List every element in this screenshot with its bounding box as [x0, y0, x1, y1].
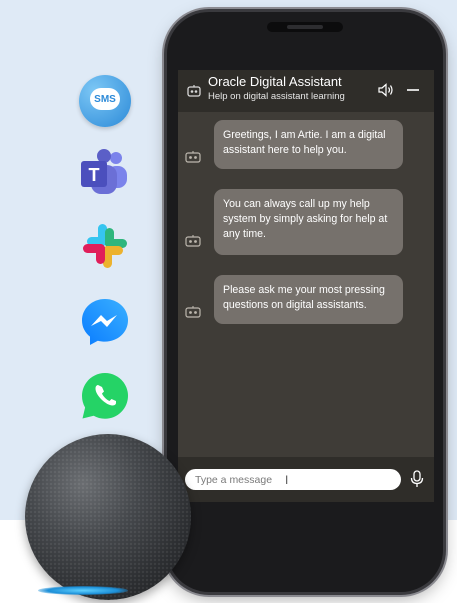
composer-bar: I	[178, 457, 434, 502]
message-bubble: Please ask me your most pressing questio…	[214, 275, 403, 324]
whatsapp-icon	[79, 370, 131, 422]
assistant-title: Oracle Digital Assistant	[208, 74, 342, 89]
assistant-subtitle: Help on digital assistant learning	[208, 91, 345, 102]
minimize-icon[interactable]	[406, 83, 420, 102]
bot-avatar-icon	[185, 234, 201, 252]
message-bubble: Greetings, I am Artie. I am a digital as…	[214, 120, 403, 169]
slack-icon	[79, 220, 131, 272]
message-input[interactable]	[185, 469, 401, 490]
bot-icon	[187, 84, 201, 102]
sms-icon: SMS	[79, 75, 131, 127]
smart-speaker-image	[25, 434, 191, 600]
phone-earpiece	[287, 25, 323, 29]
chat-screen: Oracle Digital Assistant Help on digital…	[178, 70, 434, 502]
microphone-icon[interactable]	[410, 470, 424, 493]
teams-icon: T	[79, 148, 131, 200]
speaker-light-ring	[38, 586, 128, 595]
sms-label: SMS	[90, 88, 120, 110]
svg-text:T: T	[89, 165, 100, 185]
message-bubble: You can always call up my help system by…	[214, 189, 403, 255]
bot-avatar-icon	[185, 150, 201, 168]
chat-header: Oracle Digital Assistant Help on digital…	[178, 70, 434, 112]
speaker-icon[interactable]	[378, 83, 394, 102]
phone-frame: Oracle Digital Assistant Help on digital…	[167, 12, 443, 592]
messenger-icon	[79, 296, 131, 348]
bot-avatar-icon	[185, 305, 201, 323]
